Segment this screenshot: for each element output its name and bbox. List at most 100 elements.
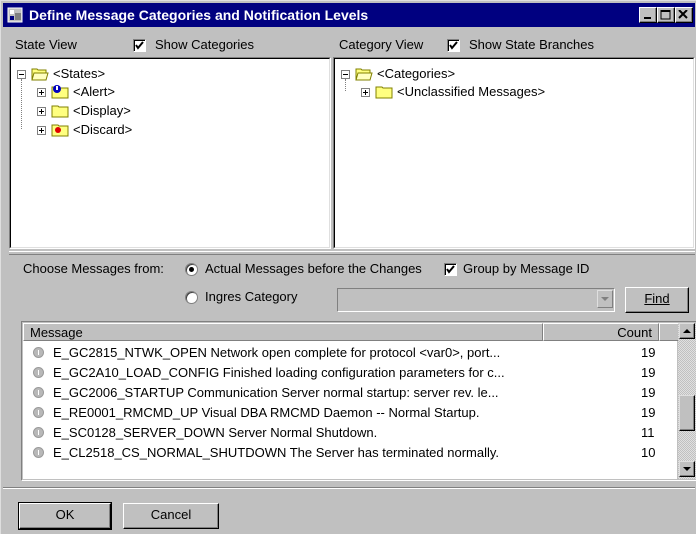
checkmark-icon: [135, 41, 144, 50]
tree-label-display: <Display>: [73, 103, 131, 118]
state-view-frame: <States> <Alert> <Display> <Discard>: [9, 57, 331, 249]
tree-node-alert[interactable]: <Alert>: [37, 83, 237, 101]
ingres-category-radio[interactable]: [185, 291, 198, 304]
open-folder-icon: [355, 68, 373, 81]
message-row[interactable]: E_GC2A10_LOAD_CONFIG Finished loading co…: [23, 363, 683, 383]
message-count: 10: [641, 445, 656, 460]
collapse-icon[interactable]: [17, 70, 26, 79]
message-text: E_GC2006_STARTUP Communication Server no…: [53, 385, 499, 400]
folder-icon: [375, 86, 393, 99]
column-header-filler: [659, 323, 679, 341]
dropdown-button[interactable]: [597, 290, 613, 308]
message-count: 11: [641, 425, 655, 440]
message-count: 19: [641, 385, 656, 400]
tree-label-alert: <Alert>: [73, 84, 115, 99]
state-view-label: State View: [15, 37, 77, 52]
scroll-up-button[interactable]: [679, 323, 695, 339]
show-state-branches-checkbox[interactable]: [447, 39, 460, 52]
radio-dot: [189, 267, 194, 272]
window-title: Define Message Categories and Notificati…: [29, 7, 369, 23]
tree-label-discard: <Discard>: [73, 122, 133, 137]
dialog-window: Define Message Categories and Notificati…: [0, 0, 696, 534]
ok-button[interactable]: OK: [18, 502, 112, 530]
ok-button-label: OK: [55, 507, 75, 522]
info-icon: [33, 387, 44, 398]
ingres-category-combo[interactable]: [337, 288, 615, 312]
actual-messages-radio[interactable]: [185, 263, 198, 276]
message-text: E_SC0128_SERVER_DOWN Server Normal Shutd…: [53, 425, 378, 440]
info-icon: [33, 407, 44, 418]
cancel-button-label: Cancel: [150, 507, 192, 522]
find-button[interactable]: Find: [625, 287, 689, 313]
close-button[interactable]: [675, 7, 693, 23]
tree-connector: [21, 79, 22, 129]
messages-scrollbar[interactable]: [678, 323, 696, 479]
minimize-icon: [644, 17, 651, 19]
tree-node-discard[interactable]: <Discard>: [37, 121, 237, 139]
tree-label-categories: <Categories>: [377, 66, 456, 81]
open-folder-icon: [31, 68, 49, 81]
group-by-label: Group by Message ID: [463, 261, 590, 276]
folder-display-icon: [51, 105, 69, 118]
message-row[interactable]: E_CL2518_CS_NORMAL_SHUTDOWN The Server h…: [23, 443, 683, 463]
close-icon: [678, 10, 688, 19]
folder-alert-icon: [51, 85, 69, 99]
arrow-up-icon: [683, 329, 691, 333]
expand-icon[interactable]: [37, 126, 46, 135]
scroll-down-button[interactable]: [679, 461, 695, 477]
show-categories-label: Show Categories: [155, 37, 254, 52]
folder-discard-icon: [51, 124, 69, 137]
info-icon: [33, 347, 44, 358]
column-header-count-label: Count: [617, 325, 652, 340]
group-by-checkbox[interactable]: [444, 263, 457, 276]
tree-node-unclassified[interactable]: <Unclassified Messages>: [361, 83, 621, 101]
message-row[interactable]: E_GC2006_STARTUP Communication Server no…: [23, 383, 683, 403]
checkmark-icon: [446, 265, 455, 274]
message-row[interactable]: E_SC0128_SERVER_DOWN Server Normal Shutd…: [23, 423, 683, 443]
messages-list-frame: Message Count E_GC2815_NTWK_OPEN Network…: [21, 321, 696, 481]
tree-label-states: <States>: [53, 66, 106, 81]
category-tree[interactable]: <Categories> <Unclassified Messages>: [335, 59, 693, 247]
message-text: E_GC2815_NTWK_OPEN Network open complete…: [53, 345, 501, 360]
scroll-thumb[interactable]: [679, 395, 695, 431]
state-tree[interactable]: <States> <Alert> <Display> <Discard>: [11, 59, 329, 247]
expand-icon[interactable]: [361, 88, 370, 97]
minimize-button[interactable]: [639, 7, 657, 23]
column-header-message-label: Message: [30, 325, 83, 340]
category-view-frame: <Categories> <Unclassified Messages>: [333, 57, 695, 249]
expand-icon[interactable]: [37, 107, 46, 116]
messages-list[interactable]: Message Count E_GC2815_NTWK_OPEN Network…: [23, 323, 679, 479]
show-categories-checkbox[interactable]: [133, 39, 146, 52]
info-icon: [33, 427, 44, 438]
chevron-down-icon: [601, 297, 609, 301]
message-text: E_CL2518_CS_NORMAL_SHUTDOWN The Server h…: [53, 445, 500, 460]
tree-node-display[interactable]: <Display>: [37, 102, 237, 120]
ingres-category-label: Ingres Category: [205, 289, 298, 304]
message-count: 19: [641, 405, 656, 420]
expand-icon[interactable]: [37, 88, 46, 97]
maximize-button[interactable]: [657, 7, 675, 23]
column-header-message[interactable]: Message: [23, 323, 543, 341]
cancel-button[interactable]: Cancel: [123, 503, 219, 529]
show-state-branches-label: Show State Branches: [469, 37, 595, 52]
title-bar[interactable]: Define Message Categories and Notificati…: [3, 3, 695, 27]
message-text: E_RE0001_RMCMD_UP Visual DBA RMCMD Daemo…: [53, 405, 480, 420]
column-header-count[interactable]: Count: [543, 323, 659, 341]
actual-messages-label: Actual Messages before the Changes: [205, 261, 422, 276]
choose-messages-label: Choose Messages from:: [23, 261, 164, 276]
tree-node-categories[interactable]: <Categories>: [341, 65, 581, 83]
category-view-label: Category View: [339, 37, 424, 52]
app-icon: [7, 7, 23, 23]
tree-label-unclassified: <Unclassified Messages>: [397, 84, 546, 99]
collapse-icon[interactable]: [341, 70, 350, 79]
message-text: E_GC2A10_LOAD_CONFIG Finished loading co…: [53, 365, 505, 380]
tree-node-states[interactable]: <States>: [17, 65, 217, 83]
tree-connector: [345, 79, 346, 91]
find-button-label: Find: [644, 291, 670, 306]
info-icon: [33, 367, 44, 378]
message-row[interactable]: E_GC2815_NTWK_OPEN Network open complete…: [23, 343, 683, 363]
message-count: 19: [641, 365, 656, 380]
footer-separator: [3, 487, 695, 489]
message-row[interactable]: E_RE0001_RMCMD_UP Visual DBA RMCMD Daemo…: [23, 403, 683, 423]
horizontal-splitter[interactable]: [9, 251, 695, 255]
